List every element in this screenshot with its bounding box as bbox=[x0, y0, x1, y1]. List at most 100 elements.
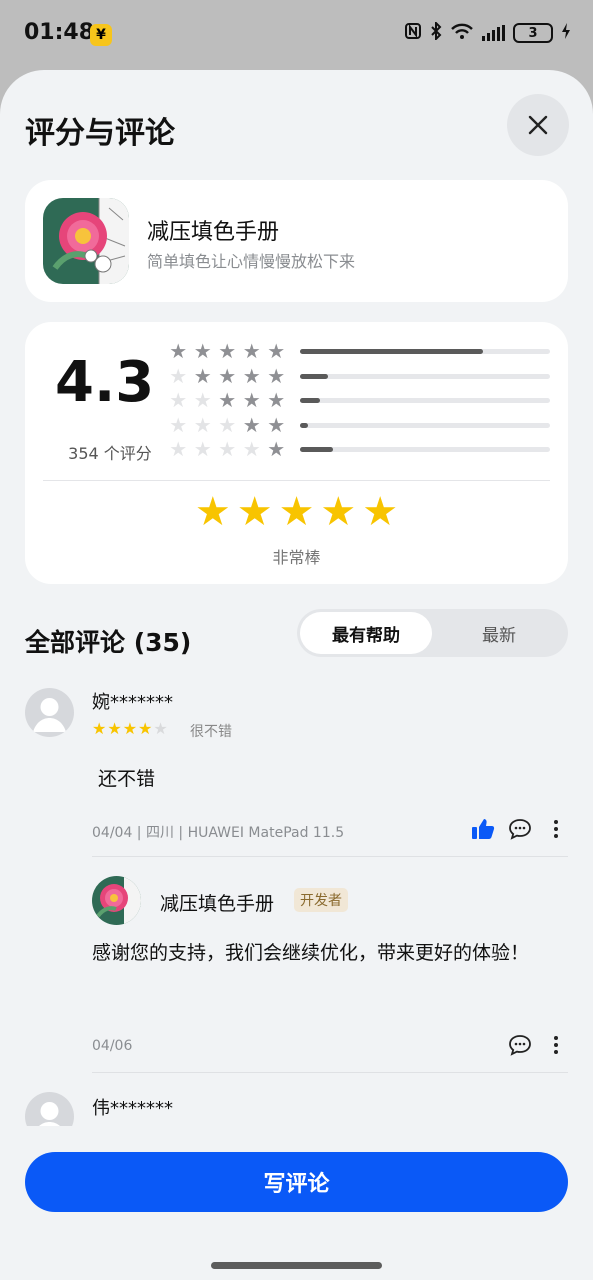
user-icon bbox=[33, 698, 66, 732]
star-icon: ★ bbox=[242, 363, 261, 388]
close-icon bbox=[528, 115, 548, 135]
status-bar: 01:48 ¥ 3 bbox=[0, 0, 593, 70]
battery-level: 3 bbox=[528, 25, 538, 41]
star-icon: ★ bbox=[267, 437, 286, 461]
rate-star-icon[interactable]: ★ bbox=[320, 490, 356, 534]
star-icon: ★ bbox=[153, 719, 168, 738]
review-meta: 04/04 | 四川 | HUAWEI MatePad 11.5 bbox=[92, 825, 345, 841]
status-time: 01:48 bbox=[24, 20, 95, 45]
rating-card: 4.3 354 个评分 ★ ★ ★ ★ ★ ★ ★ ★ ★ ★ ★ ★ ★ ★ ★ ★ ★ ★ ★ ★ ★ ★ ★ ★ ★ ★ ★… bbox=[25, 322, 568, 584]
star-icon: ★ bbox=[193, 437, 212, 461]
average-score: 4.3 bbox=[55, 350, 155, 415]
divider bbox=[43, 480, 550, 481]
star-icon: ★ bbox=[267, 412, 286, 437]
reply-comment-button[interactable] bbox=[506, 1031, 534, 1059]
developer-name: 减压填色手册 bbox=[160, 893, 275, 915]
nfc-icon bbox=[404, 22, 422, 44]
row-stars: ★ ★ ★ ★ ★ bbox=[167, 365, 288, 387]
thumbs-up-icon bbox=[472, 819, 495, 839]
review-username: 伟******* bbox=[92, 1098, 173, 1119]
star-icon: ★ bbox=[169, 437, 188, 461]
bluetooth-icon bbox=[430, 20, 442, 44]
star-icon: ★ bbox=[169, 388, 188, 412]
divider bbox=[92, 856, 568, 857]
reply-date: 04/06 bbox=[92, 1038, 133, 1054]
app-icon bbox=[43, 198, 129, 284]
battery-icon: 3 bbox=[513, 23, 553, 43]
status-icons: 3 bbox=[404, 20, 571, 44]
star-icon: ★ bbox=[242, 388, 261, 412]
developer-avatar bbox=[92, 876, 141, 925]
all-reviews-title: 全部评论 (35) bbox=[25, 628, 192, 657]
app-description: 简单填色让心情慢慢放松下来 bbox=[147, 252, 356, 271]
star-icon: ★ bbox=[107, 719, 122, 738]
rating-bar-fill bbox=[300, 447, 333, 452]
row-stars: ★ ★ ★ ★ ★ bbox=[167, 414, 288, 436]
star-icon: ★ bbox=[122, 719, 138, 738]
star-icon: ★ bbox=[267, 339, 286, 363]
close-button[interactable] bbox=[507, 94, 569, 156]
tab-latest[interactable]: 最新 bbox=[433, 612, 565, 654]
review-text: 还不错 bbox=[98, 768, 156, 790]
rate-star-icon[interactable]: ★ bbox=[195, 490, 231, 534]
divider bbox=[92, 1072, 568, 1073]
star-icon: ★ bbox=[218, 412, 237, 437]
write-review-button[interactable]: 写评论 bbox=[25, 1152, 568, 1212]
star-icon: ★ bbox=[267, 363, 286, 388]
tab-most-helpful[interactable]: 最有帮助 bbox=[300, 612, 432, 654]
row-stars: ★ ★ ★ ★ ★ bbox=[167, 438, 288, 460]
review-stars-label: 很不错 bbox=[190, 724, 232, 740]
sort-toggle: 最有帮助 最新 bbox=[297, 609, 568, 657]
star-icon: ★ bbox=[218, 339, 237, 363]
star-icon: ★ bbox=[92, 719, 107, 738]
sheet-title: 评分与评论 bbox=[25, 116, 175, 151]
more-button[interactable] bbox=[542, 815, 570, 843]
more-vertical-icon bbox=[554, 1036, 558, 1054]
developer-reply-text: 感谢您的支持，我们会继续优化，带来更好的体验！ bbox=[92, 942, 530, 964]
star-icon: ★ bbox=[193, 412, 212, 437]
charging-icon bbox=[561, 22, 571, 44]
star-icon: ★ bbox=[218, 363, 237, 388]
app-logo-icon bbox=[96, 876, 141, 925]
star-icon: ★ bbox=[169, 339, 188, 363]
star-icon: ★ bbox=[218, 388, 237, 412]
star-icon: ★ bbox=[169, 412, 188, 437]
rating-bar-track bbox=[300, 373, 550, 379]
reply-more-button[interactable] bbox=[542, 1031, 570, 1059]
star-icon: ★ bbox=[242, 412, 261, 437]
row-stars: ★ ★ ★ ★ ★ bbox=[167, 389, 288, 411]
signal-icon bbox=[482, 25, 505, 41]
star-icon: ★ bbox=[242, 339, 261, 363]
rating-bar-track bbox=[300, 422, 550, 428]
star-icon: ★ bbox=[169, 363, 188, 388]
rating-count: 354 个评分 bbox=[68, 444, 152, 463]
rating-bar-fill bbox=[300, 349, 483, 354]
app-card[interactable]: 减压填色手册 简单填色让心情慢慢放松下来 bbox=[25, 180, 568, 302]
comment-icon bbox=[509, 1035, 531, 1056]
more-vertical-icon bbox=[554, 820, 558, 838]
star-icon: ★ bbox=[138, 719, 153, 738]
star-icon: ★ bbox=[242, 437, 261, 461]
rate-star-icon[interactable]: ★ bbox=[237, 490, 273, 534]
app-name: 减压填色手册 bbox=[147, 220, 280, 245]
yuan-badge-icon: ¥ bbox=[90, 24, 112, 46]
rating-bar-track bbox=[300, 447, 550, 452]
rate-star-icon[interactable]: ★ bbox=[362, 490, 398, 534]
comment-icon bbox=[509, 819, 531, 840]
star-icon: ★ bbox=[218, 437, 237, 461]
like-button[interactable] bbox=[469, 815, 497, 843]
home-indicator[interactable] bbox=[211, 1262, 382, 1269]
rate-label: 非常棒 bbox=[272, 548, 321, 567]
star-icon: ★ bbox=[193, 388, 212, 412]
avatar[interactable] bbox=[25, 688, 74, 737]
star-icon: ★ bbox=[193, 339, 212, 363]
star-icon: ★ bbox=[267, 388, 286, 412]
review-username: 婉******* bbox=[92, 692, 173, 713]
star-icon: ★ bbox=[193, 363, 212, 388]
reply-button[interactable] bbox=[506, 815, 534, 843]
row-stars: ★ ★ ★ ★ ★ bbox=[167, 340, 288, 362]
rating-bar-fill bbox=[300, 422, 308, 428]
review-stars: ★ ★ ★ ★ ★ bbox=[92, 720, 168, 738]
rate-star-icon[interactable]: ★ bbox=[279, 490, 315, 534]
rating-bar-track bbox=[300, 398, 550, 403]
